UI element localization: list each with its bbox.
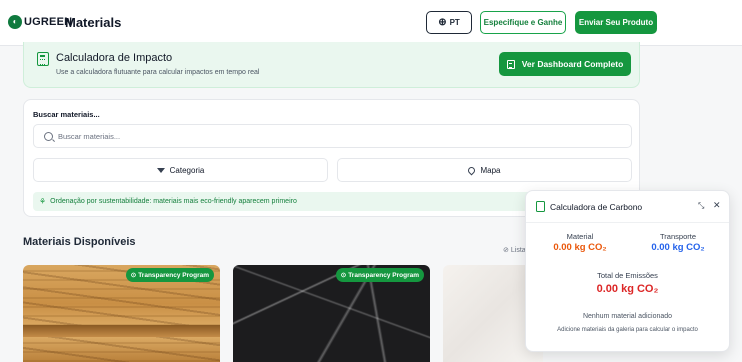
close-icon[interactable]: ✕ <box>713 200 721 211</box>
map-pin-icon <box>467 165 477 175</box>
funnel-icon <box>156 167 165 173</box>
top-header: ◐ UGREEN Materials ⊕ PT Especifique e Ga… <box>0 0 742 46</box>
list-view-toggle[interactable]: ⊘ Lista <box>503 246 526 255</box>
carbon-calculator-panel: Calculadora de Carbono ⤡ ✕ Material 0.00… <box>525 190 730 352</box>
material-value: 0.00 kg CO₂ <box>553 242 607 253</box>
list-toggle-label: Lista <box>510 246 526 254</box>
map-label: Mapa <box>480 165 501 175</box>
calculator-title: Calculadora de Impacto <box>56 52 173 64</box>
logo-icon: ◐ <box>8 15 22 29</box>
category-filter-button[interactable]: Categoria <box>33 158 328 182</box>
transport-value: 0.00 kg CO₂ <box>651 242 705 253</box>
check-circle-icon: ⊙ <box>130 272 137 279</box>
empty-state-label: Nenhum material adicionado <box>582 313 673 320</box>
calculator-icon <box>37 52 49 66</box>
impact-calculator-banner: Calculadora de Impacto Use a calculadora… <box>23 42 640 88</box>
transparency-badge: ⊙ Transparency Program <box>335 268 424 282</box>
brand-logo[interactable]: ◐ UGREEN <box>8 15 72 29</box>
transport-label: Transporte <box>660 232 696 241</box>
panel-title: Calculadora de Carbono <box>550 202 643 212</box>
search-label: Buscar materiais... <box>33 110 100 119</box>
send-product-button[interactable]: Enviar Seu Produto <box>575 11 657 34</box>
total-emissions-label: Total de Emissões <box>597 271 658 280</box>
transparency-badge: ⊙ Transparency Program <box>125 268 214 282</box>
badge-label: Transparency Program <box>138 271 209 279</box>
leaf-icon: ⚘ <box>39 197 47 206</box>
minimize-icon[interactable]: ⤡ <box>698 201 704 211</box>
page-title: Materials <box>65 15 122 30</box>
total-emissions-value: 0.00 kg CO₂ <box>596 283 659 295</box>
globe-icon: ⊕ <box>438 17 447 28</box>
empty-state-hint: Adicione materiais da galeria para calcu… <box>557 327 698 333</box>
sort-text: Ordenação por sustentabilidade: materiai… <box>50 198 297 205</box>
materials-section-title: Materiais Disponíveis <box>23 236 136 248</box>
search-placeholder: Buscar materiais... <box>58 131 121 141</box>
material-label: Material <box>566 232 594 241</box>
check-circle-icon: ⊙ <box>340 272 347 279</box>
category-label: Categoria <box>169 165 205 175</box>
material-card[interactable]: ⊙ Transparency Program <box>233 265 430 362</box>
specify-earn-button[interactable]: Especifique e Ganhe <box>480 11 566 34</box>
view-dashboard-button[interactable]: Ver Dashboard Completo <box>499 52 631 76</box>
map-button[interactable]: Mapa <box>337 158 632 182</box>
language-label: PT <box>449 18 460 27</box>
panel-header: Calculadora de Carbono ⤡ ✕ <box>526 191 729 223</box>
calculator-subtitle: Use a calculadora flutuante para calcula… <box>56 69 260 76</box>
language-button[interactable]: ⊕ PT <box>426 11 472 34</box>
link-icon: ⊘ <box>503 247 509 254</box>
material-card[interactable]: ⊙ Transparency Program <box>23 265 220 362</box>
document-icon <box>506 59 515 69</box>
badge-label: Transparency Program <box>348 271 419 279</box>
view-dashboard-label: Ver Dashboard Completo <box>521 59 624 69</box>
search-input[interactable]: Buscar materiais... <box>33 124 632 148</box>
search-icon <box>44 131 53 141</box>
calculator-icon <box>536 201 545 212</box>
